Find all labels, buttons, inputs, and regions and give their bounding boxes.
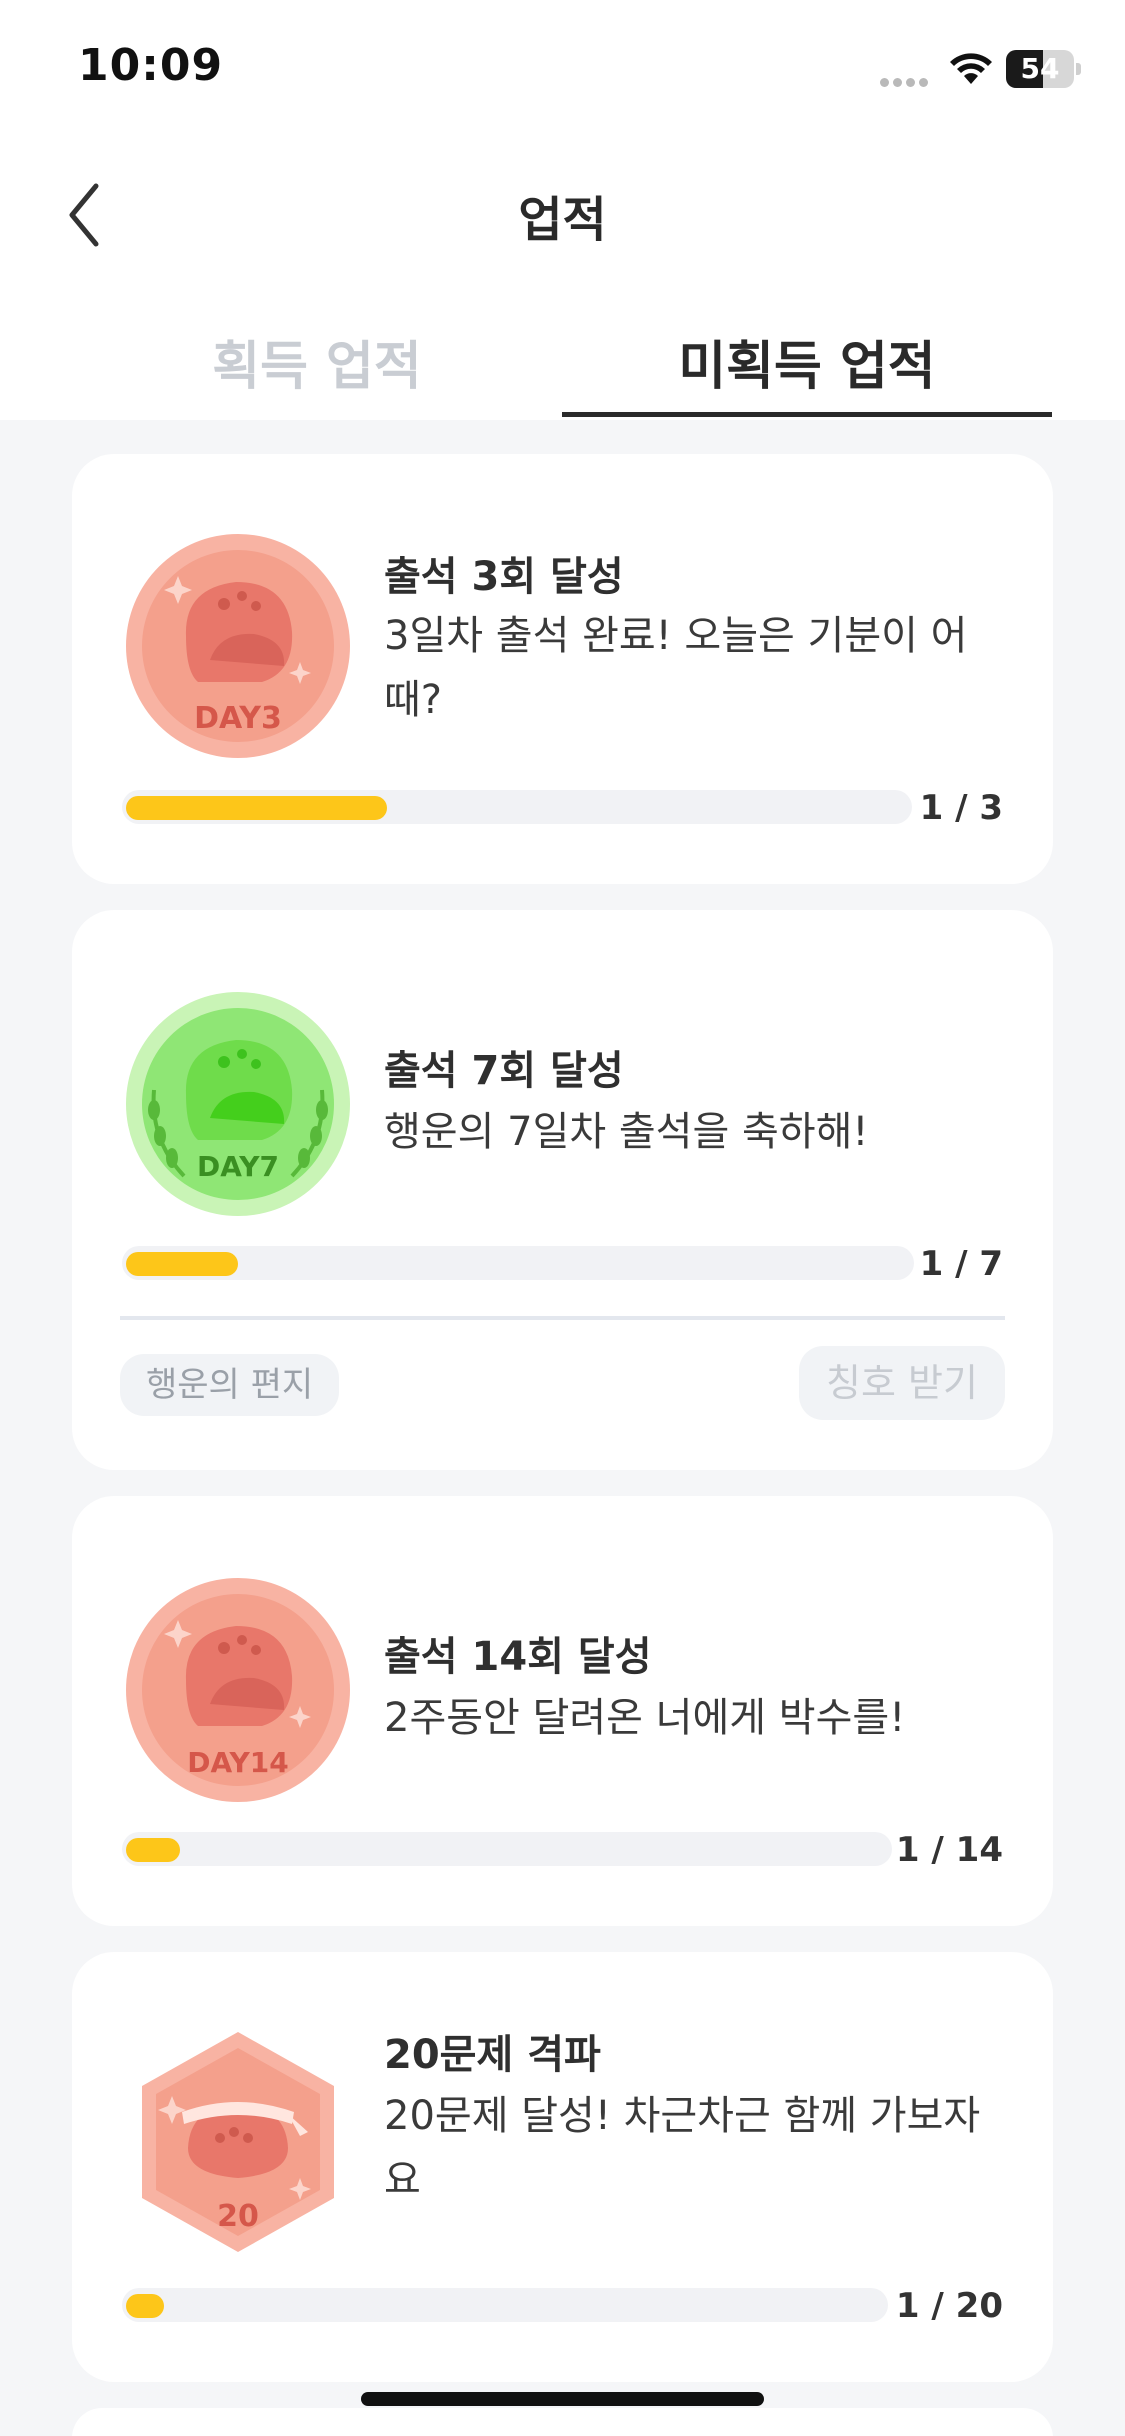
battery-level-text: 54 xyxy=(1020,52,1060,85)
battery-icon: 54 xyxy=(1006,50,1082,88)
achievement-description: 3일차 출석 완료! 오늘은 기분이 어때? xyxy=(384,613,968,723)
page-title: 업적 xyxy=(518,192,607,248)
achievement-description: 2주동안 달려온 너에게 박수를! xyxy=(384,1695,906,1741)
status-time: 10:09 xyxy=(78,40,224,91)
badge-label: DAY7 xyxy=(197,1150,279,1183)
progress-count: 1 / 7 xyxy=(919,1244,1003,1284)
progress-count: 1 / 20 xyxy=(895,2286,1003,2326)
progress-count: 1 / 3 xyxy=(919,788,1003,828)
progress-fill xyxy=(126,1252,238,1276)
achievement-title: 출석 3회 달성 xyxy=(384,554,624,600)
achievement-card: DAY7 출석 7회 달성 행운의 7일차 출석을 축하해! 1 / 7 행운의… xyxy=(72,910,1053,1470)
progress-fill xyxy=(126,796,387,820)
wifi-icon xyxy=(950,53,992,84)
twenty-questions-badge-icon: 20 xyxy=(142,2032,334,2252)
achievement-description: 행운의 7일차 출석을 축하해! xyxy=(384,1109,869,1155)
tab-unearned[interactable]: 미획득 업적 xyxy=(562,324,1052,399)
achievement-card: 20 20문제 격파 20문제 달성! 차근차근 함께 가보자요 1 / 20 xyxy=(72,1952,1053,2382)
achievement-title: 20문제 격파 xyxy=(384,2032,601,2078)
day3-badge-icon: DAY3 xyxy=(126,534,350,758)
day7-badge-icon: DAY7 xyxy=(126,992,350,1216)
day14-badge-icon: DAY14 xyxy=(126,1578,350,1802)
status-bar: 10:09 54 xyxy=(0,0,1125,130)
progress-bar xyxy=(122,790,912,824)
progress-bar xyxy=(122,2288,888,2322)
home-indicator xyxy=(361,2392,764,2406)
nav-bar: 업적 xyxy=(0,160,1125,260)
tab-bar: 획득 업적 미획득 업적 xyxy=(0,310,1125,420)
achievement-card-partial xyxy=(72,2408,1053,2436)
achievement-card: DAY3 출석 3회 달성 3일차 출석 완료! 오늘은 기분이 어때? 1 /… xyxy=(72,454,1053,884)
badge-label: 20 xyxy=(217,2199,259,2234)
progress-bar xyxy=(122,1832,892,1866)
reward-chip: 행운의 편지 xyxy=(120,1354,340,1416)
badge-label: DAY3 xyxy=(194,701,282,736)
active-tab-indicator xyxy=(562,412,1052,417)
achievement-title: 출석 7회 달성 xyxy=(384,1048,624,1094)
progress-count: 1 / 14 xyxy=(895,1830,1003,1870)
signal-dots-icon xyxy=(880,72,934,87)
claim-title-button[interactable]: 칭호 받기 xyxy=(799,1346,1005,1420)
progress-fill xyxy=(126,2294,164,2318)
progress-bar xyxy=(122,1246,914,1280)
badge-label: DAY14 xyxy=(187,1746,288,1779)
progress-fill xyxy=(126,1838,180,1862)
divider xyxy=(120,1316,1005,1320)
achievement-description: 20문제 달성! 차근차근 함께 가보자요 xyxy=(384,2093,981,2203)
achievement-card: DAY14 출석 14회 달성 2주동안 달려온 너에게 박수를! 1 / 14 xyxy=(72,1496,1053,1926)
achievement-title: 출석 14회 달성 xyxy=(384,1634,652,1680)
tab-earned[interactable]: 획득 업적 xyxy=(72,324,562,399)
